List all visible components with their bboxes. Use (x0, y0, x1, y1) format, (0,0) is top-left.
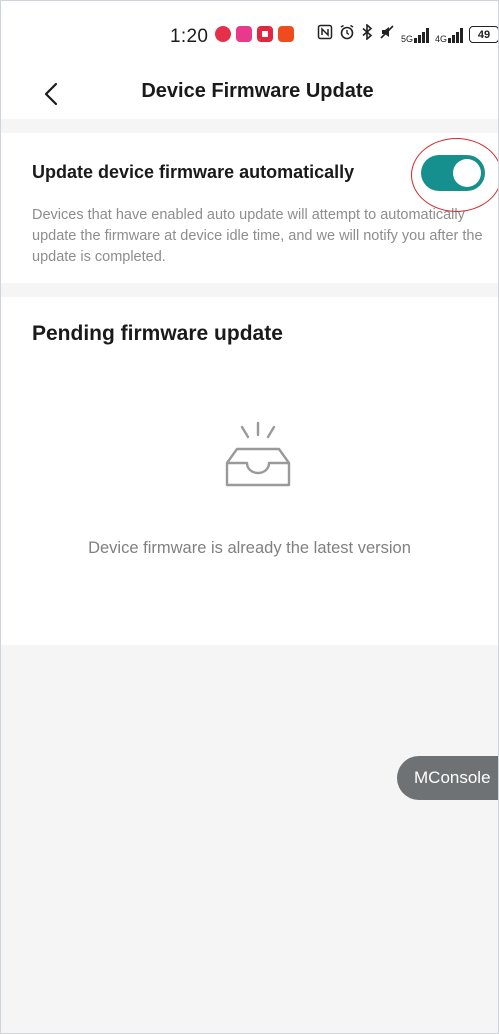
empty-state-message: Device firmware is already the latest ve… (88, 539, 411, 557)
status-app-icons (215, 26, 294, 42)
page-title: Device Firmware Update (141, 80, 374, 102)
status-bar: 1:20 5G 4G 49 (1, 1, 498, 71)
auto-update-card: Update device firmware automatically Dev… (1, 133, 498, 283)
bluetooth-icon (361, 23, 373, 45)
auto-update-title: Update device firmware automatically (32, 162, 355, 182)
app-notification-icon (257, 26, 273, 42)
network-4g-label: 4G (435, 33, 448, 44)
empty-inbox-icon (219, 417, 297, 495)
pending-update-title: Pending firmware update (32, 322, 283, 345)
signal-5g-icon: 5G (401, 27, 430, 44)
status-time: 1:20 (170, 26, 209, 47)
pending-update-card: Pending firmware update Device firmware … (1, 297, 498, 645)
battery-icon: 49 (469, 26, 498, 43)
app-notification-icon (215, 26, 231, 42)
app-notification-icon (278, 26, 294, 42)
signal-4g-icon: 4G (435, 27, 464, 44)
nav-bar: Device Firmware Update (1, 71, 498, 119)
auto-update-toggle[interactable] (421, 155, 485, 191)
alarm-icon (339, 24, 355, 45)
network-5g-label: 5G (401, 33, 414, 44)
toggle-knob (453, 159, 481, 187)
system-status-icons: 5G 4G 49 (317, 23, 498, 45)
auto-update-description: Devices that have enabled auto update wi… (32, 207, 483, 265)
app-screen: 1:20 5G 4G 49 Device Firmware Update Upd… (0, 0, 499, 1034)
app-notification-icon (236, 26, 252, 42)
mconsole-button[interactable]: MConsole (397, 756, 498, 800)
nfc-icon (317, 24, 333, 45)
mute-icon (379, 24, 395, 45)
